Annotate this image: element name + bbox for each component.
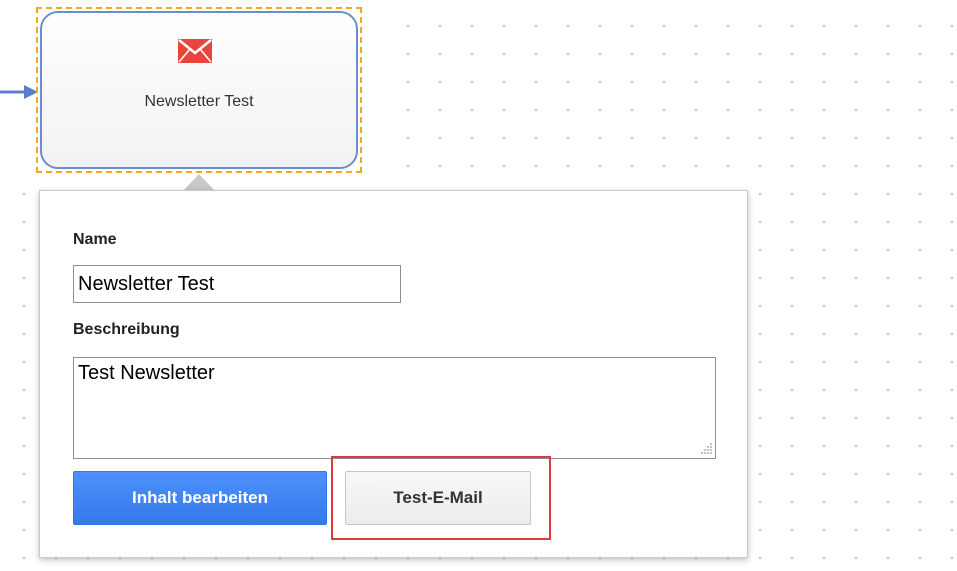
edit-content-button[interactable]: Inhalt bearbeiten	[73, 471, 327, 525]
node-body[interactable]: Newsletter Test	[40, 11, 358, 169]
envelope-icon	[178, 39, 212, 63]
test-email-button[interactable]: Test-E-Mail	[345, 471, 531, 525]
workflow-node[interactable]: Newsletter Test	[36, 7, 362, 173]
arrow-right-icon	[0, 85, 38, 99]
node-properties-panel: Name Beschreibung Test Newsletter Inhalt…	[39, 190, 748, 558]
name-label: Name	[73, 231, 117, 248]
description-textarea[interactable]: Test Newsletter	[73, 357, 716, 459]
node-label: Newsletter Test	[144, 93, 254, 110]
popover-pointer	[183, 174, 215, 191]
resize-grip-icon[interactable]	[701, 442, 713, 454]
description-label: Beschreibung	[73, 321, 180, 338]
name-input[interactable]	[73, 265, 401, 303]
